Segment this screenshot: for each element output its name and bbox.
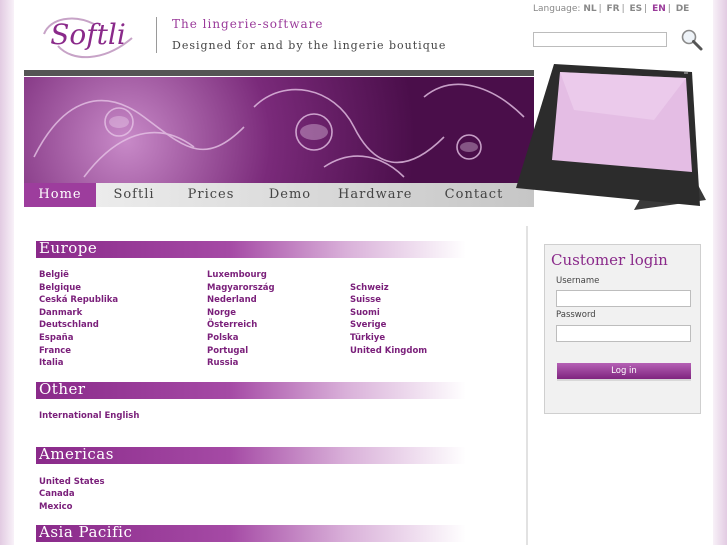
search-input[interactable]: [533, 32, 667, 47]
language-switcher: Language: NL | FR | ES | EN | DE: [533, 4, 689, 14]
search-icon[interactable]: [680, 28, 704, 52]
language-de-link[interactable]: DE: [676, 4, 690, 14]
login-title: Customer login: [551, 251, 668, 269]
country-link-united-states[interactable]: United States: [39, 477, 105, 487]
tagline-secondary: Designed for and by the lingerie boutiqu…: [172, 39, 447, 52]
region-title-europe: Europe: [39, 239, 98, 257]
content-divider: [526, 226, 528, 545]
region-header-americas: Americas: [36, 445, 466, 464]
region-header-other: Other: [36, 380, 466, 399]
country-link-norge[interactable]: Norge: [207, 308, 236, 318]
country-link-russia[interactable]: Russia: [207, 358, 238, 368]
password-field[interactable]: [556, 325, 691, 342]
page-right-border: [713, 0, 727, 545]
nav-item-prices[interactable]: Prices: [182, 183, 240, 207]
language-separator: |: [621, 4, 625, 14]
header-divider: [156, 17, 157, 53]
country-link-polska[interactable]: Polska: [207, 333, 238, 343]
nav-item-softli[interactable]: Softli: [104, 183, 164, 207]
customer-login-panel: Customer login Username Password Log in: [544, 244, 701, 414]
username-label: Username: [556, 276, 600, 286]
nav-item-hardware[interactable]: Hardware: [338, 183, 412, 207]
language-es-link[interactable]: ES: [630, 4, 643, 14]
password-label: Password: [556, 310, 596, 320]
login-button[interactable]: Log in: [557, 363, 691, 381]
country-link-france[interactable]: France: [39, 346, 71, 356]
country-link-schweiz[interactable]: Schweiz: [350, 283, 389, 293]
country-link-danmark[interactable]: Danmark: [39, 308, 82, 318]
language-nl-link[interactable]: NL: [583, 4, 596, 14]
country-link-luxembourg[interactable]: Luxembourg: [207, 270, 267, 280]
country-link-osterreich[interactable]: Österreich: [207, 320, 257, 330]
country-link-suomi[interactable]: Suomi: [350, 308, 380, 318]
country-link-mexico[interactable]: Mexico: [39, 502, 73, 512]
tagline-primary: The lingerie-software: [172, 17, 324, 31]
country-link-ceska-republika[interactable]: Ceská Republika: [39, 295, 118, 305]
country-link-belgie[interactable]: België: [39, 270, 69, 280]
language-separator: |: [667, 4, 671, 14]
lace-banner-image: [24, 77, 534, 183]
language-en-link[interactable]: EN: [652, 4, 666, 14]
country-link-united-kingdom[interactable]: United Kingdom: [350, 346, 427, 356]
country-link-international-english[interactable]: International English: [39, 411, 139, 421]
country-link-portugal[interactable]: Portugal: [207, 346, 248, 356]
country-link-espana[interactable]: España: [39, 333, 73, 343]
softli-logo[interactable]: Softli: [36, 8, 140, 66]
region-title-asia-pacific: Asia Pacific: [39, 523, 133, 541]
language-label: Language:: [533, 4, 581, 14]
nav-item-demo[interactable]: Demo: [262, 183, 318, 207]
page-left-border: [0, 0, 14, 545]
country-link-canada[interactable]: Canada: [39, 489, 75, 499]
language-separator: |: [598, 4, 602, 14]
region-header-asia-pacific: Asia Pacific: [36, 523, 466, 542]
touchscreen-monitor-image: [514, 60, 710, 218]
country-link-italia[interactable]: Italia: [39, 358, 64, 368]
country-link-deutschland[interactable]: Deutschland: [39, 320, 99, 330]
country-link-nederland[interactable]: Nederland: [207, 295, 257, 305]
username-field[interactable]: [556, 290, 691, 307]
country-link-sverige[interactable]: Sverige: [350, 320, 386, 330]
language-fr-link[interactable]: FR: [607, 4, 620, 14]
country-link-magyarorszag[interactable]: Magyarország: [207, 283, 275, 293]
logo-text: Softli: [50, 18, 126, 51]
region-title-other: Other: [39, 380, 86, 398]
country-link-turkiye[interactable]: Türkiye: [350, 333, 385, 343]
banner-top-line: [24, 70, 534, 76]
nav-item-home[interactable]: Home: [24, 183, 96, 207]
region-header-europe: Europe: [36, 239, 466, 258]
region-title-americas: Americas: [39, 445, 114, 463]
language-separator: |: [644, 4, 648, 14]
country-link-belgique[interactable]: Belgique: [39, 283, 81, 293]
country-link-suisse[interactable]: Suisse: [350, 295, 381, 305]
nav-item-contact[interactable]: Contact: [436, 183, 512, 207]
main-navigation: Home Softli Prices Demo Hardware Contact: [24, 183, 534, 207]
